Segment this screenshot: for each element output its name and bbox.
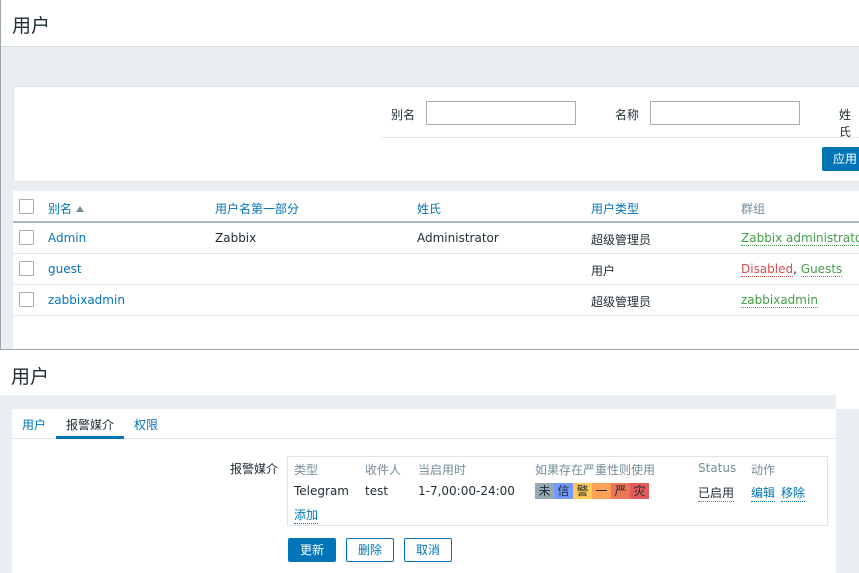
row-checkbox[interactable]	[19, 230, 34, 245]
cancel-button[interactable]: 取消	[404, 538, 452, 562]
user-type: 超级管理员	[591, 295, 652, 309]
media-field-label: 报警媒介	[230, 462, 279, 476]
tab-permissions[interactable]: 权限	[134, 416, 158, 433]
severity-average: 一	[592, 483, 611, 499]
row-divider	[13, 284, 859, 285]
user-alias-link[interactable]: Admin	[48, 231, 86, 245]
row-divider	[13, 315, 859, 316]
select-all-checkbox[interactable]	[19, 199, 34, 214]
severity-information: 信	[554, 483, 573, 499]
group-link[interactable]: Zabbix administrators	[741, 231, 859, 246]
column-header-surname[interactable]: 姓氏	[417, 200, 441, 217]
right-gutter	[836, 409, 859, 573]
filter-surname-label: 姓氏	[839, 108, 852, 139]
tab-user[interactable]: 用户	[22, 416, 46, 433]
filter-alias-label: 别名	[391, 108, 416, 122]
severity-high: 严	[611, 483, 630, 499]
filter-alias-input[interactable]	[426, 101, 576, 125]
column-header-groups: 群组	[741, 202, 766, 216]
apply-button[interactable]: 应用	[822, 147, 859, 171]
user-type: 超级管理员	[591, 233, 652, 247]
row-checkbox[interactable]	[19, 292, 34, 307]
tab-media[interactable]: 报警媒介	[66, 416, 114, 433]
severity-not-classified: 未	[535, 483, 554, 499]
media-header-type: 类型	[294, 463, 319, 477]
active-tab-indicator	[56, 436, 124, 439]
media-add-link[interactable]: 添加	[294, 506, 319, 524]
row-checkbox[interactable]	[19, 261, 34, 276]
media-header-severity: 如果存在严重性则使用	[535, 463, 656, 477]
row-divider	[13, 253, 859, 254]
severity-disaster: 灾	[630, 483, 649, 499]
user-alias-link[interactable]: zabbixadmin	[48, 293, 125, 307]
filter-name-label: 名称	[615, 108, 640, 122]
column-header-name[interactable]: 用户名第一部分	[215, 200, 299, 217]
header-bar: 用户	[1, 0, 859, 47]
media-header-action: 动作	[751, 463, 776, 477]
user-type: 用户	[591, 264, 616, 278]
media-header-when: 当启用时	[418, 463, 467, 477]
filter-name-input[interactable]	[650, 101, 800, 125]
users-list-window: 用户 别名 名称 姓氏 应用 别名 用户名第一部分 姓氏 用户类型 群组 Adm…	[0, 0, 859, 349]
gray-band	[0, 395, 836, 409]
header-divider	[13, 221, 859, 223]
media-type: Telegram	[294, 484, 349, 498]
update-button[interactable]: 更新	[288, 538, 336, 562]
media-header-status: Status	[698, 461, 737, 475]
media-remove-link[interactable]: 移除	[781, 484, 806, 502]
page-title: 用户	[11, 366, 50, 388]
severity-warning: 警	[573, 483, 592, 499]
media-edit-link[interactable]: 编辑	[751, 484, 776, 502]
column-header-alias[interactable]: 别名	[48, 200, 85, 217]
media-status-link[interactable]: 已启用	[698, 484, 735, 502]
left-gutter	[0, 409, 12, 573]
user-edit-window: 用户 用户 报警媒介 权限 报警媒介 类型 收件人 当启用时 如果存在严重性则使…	[0, 349, 859, 573]
user-surname: Administrator	[417, 231, 499, 245]
media-header-sendto: 收件人	[365, 463, 402, 477]
filter-divider	[381, 137, 859, 138]
group-cell: Disabled, Guests	[741, 262, 843, 277]
delete-button[interactable]: 删除	[346, 538, 394, 562]
user-name: Zabbix	[215, 231, 257, 245]
media-sendto: test	[365, 484, 389, 498]
group-disabled-link[interactable]: Disabled	[741, 262, 794, 277]
media-when-active: 1-7,00:00-24:00	[418, 484, 515, 498]
sort-asc-icon	[76, 206, 85, 212]
page-title: 用户	[12, 15, 51, 37]
column-header-type[interactable]: 用户类型	[591, 200, 639, 217]
group-link[interactable]: zabbixadmin	[741, 293, 818, 308]
user-alias-link[interactable]: guest	[48, 262, 82, 276]
group-link[interactable]: Guests	[800, 262, 843, 277]
